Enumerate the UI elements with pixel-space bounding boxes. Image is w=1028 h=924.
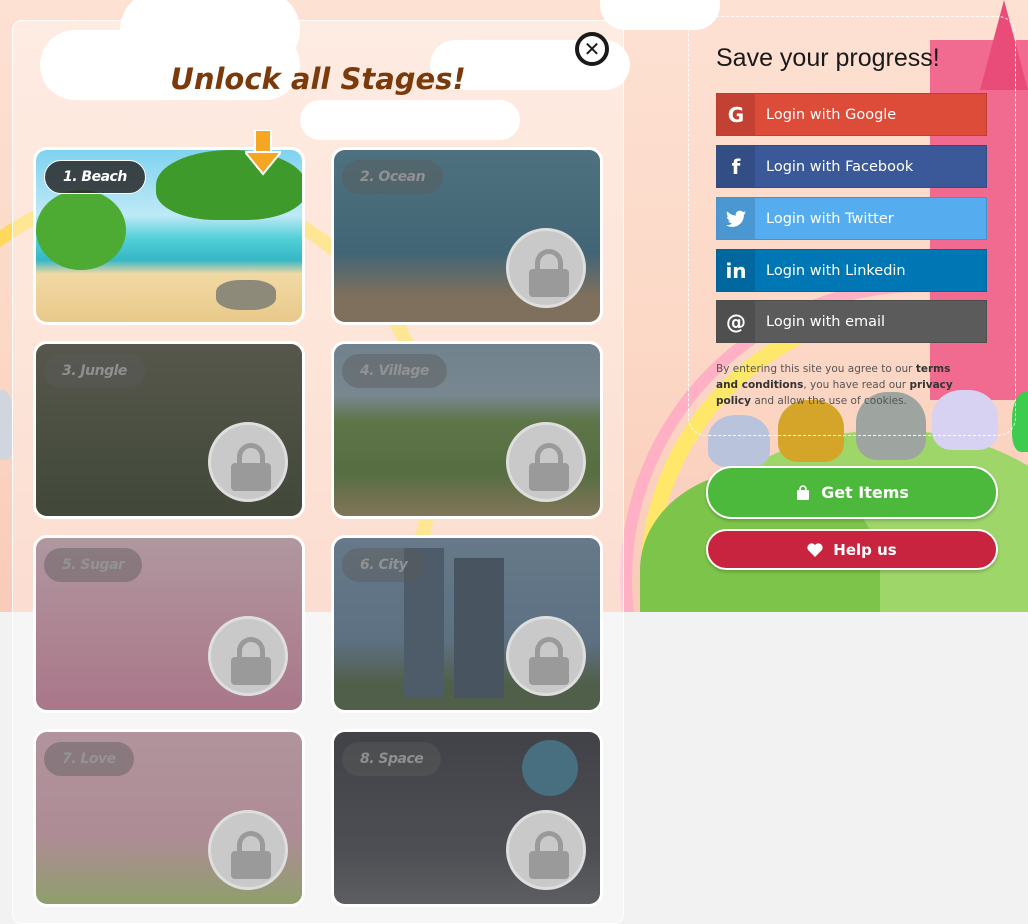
save-title: Save your progress!: [716, 44, 940, 72]
close-icon: ✕: [583, 37, 601, 61]
close-button[interactable]: ✕: [575, 32, 609, 66]
modal-title: Unlock all Stages!: [170, 62, 466, 96]
lock-icon: [208, 616, 288, 696]
help-us-label: Help us: [833, 540, 897, 559]
lock-icon: [506, 616, 586, 696]
linkedin-icon: in: [717, 250, 755, 291]
lock-icon: [208, 810, 288, 890]
twitter-icon: [717, 198, 755, 239]
stage-label: 2. Ocean: [342, 160, 444, 194]
arrow-down-icon: [245, 130, 281, 176]
login-linkedin-button[interactable]: in Login with Linkedin: [716, 249, 987, 292]
get-items-label: Get Items: [821, 483, 909, 502]
heart-icon: [807, 542, 823, 557]
login-facebook-button[interactable]: f Login with Facebook: [716, 145, 987, 188]
lock-icon: [506, 810, 586, 890]
stage-card-space[interactable]: 8. Space: [331, 729, 603, 907]
stage-label: 7. Love: [44, 742, 134, 776]
terms-notice: By entering this site you agree to our t…: [716, 361, 976, 409]
login-label: Login with Facebook: [766, 158, 914, 175]
stage-label: 5. Sugar: [44, 548, 143, 582]
stage-card-sugar[interactable]: 5. Sugar: [33, 535, 305, 713]
rocks: [216, 280, 276, 310]
palm-tree: [156, 150, 302, 220]
login-label: Login with Linkedin: [766, 262, 906, 279]
stage-card-love[interactable]: 7. Love: [33, 729, 305, 907]
login-label: Login with Google: [766, 106, 897, 123]
palm-tree: [36, 190, 126, 270]
stage-card-city[interactable]: 6. City: [331, 535, 603, 713]
stage-card-jungle[interactable]: 3. Jungle: [33, 341, 305, 519]
login-twitter-button[interactable]: Login with Twitter: [716, 197, 987, 240]
stage-label: 4. Village: [342, 354, 447, 388]
stage-label: 3. Jungle: [44, 354, 145, 388]
get-items-button[interactable]: Get Items: [706, 466, 998, 519]
at-icon: @: [717, 301, 755, 342]
login-google-button[interactable]: G Login with Google: [716, 93, 987, 136]
stage-label: 8. Space: [342, 742, 442, 776]
terms-text: , you have read our: [803, 379, 910, 391]
stage-label: 1. Beach: [44, 160, 146, 194]
lock-icon: [506, 422, 586, 502]
login-label: Login with Twitter: [766, 210, 894, 227]
login-label: Login with email: [766, 313, 886, 330]
stage-card-ocean[interactable]: 2. Ocean: [331, 147, 603, 325]
help-us-button[interactable]: Help us: [706, 529, 998, 570]
shopping-bag-icon: [797, 484, 810, 500]
google-icon: G: [717, 94, 755, 135]
stage-card-village[interactable]: 4. Village: [331, 341, 603, 519]
facebook-icon: f: [717, 146, 755, 187]
terms-text: and allow the use of cookies.: [751, 395, 907, 407]
lock-icon: [208, 422, 288, 502]
lock-icon: [506, 228, 586, 308]
terms-text: By entering this site you agree to our: [716, 363, 916, 375]
login-email-button[interactable]: @ Login with email: [716, 300, 987, 343]
stage-label: 6. City: [342, 548, 426, 582]
